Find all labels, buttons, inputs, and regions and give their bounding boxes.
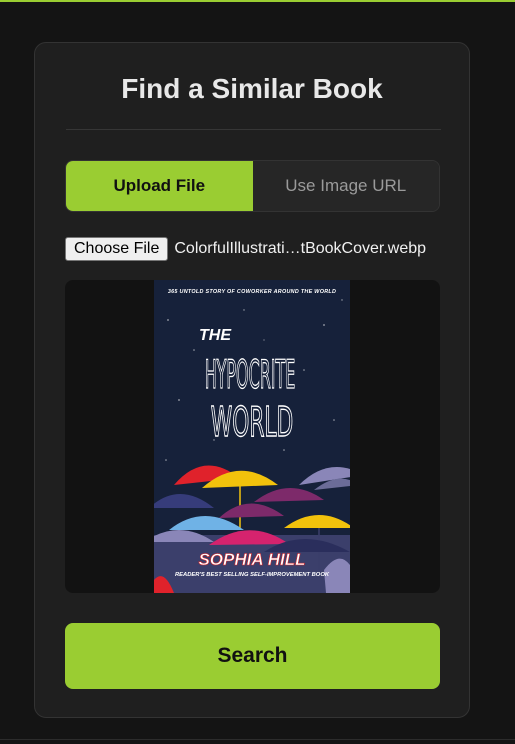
book-cover-image: 365 UNTOLD STORY OF COWORKER AROUND THE …	[154, 280, 350, 593]
search-button[interactable]: Search	[65, 623, 440, 689]
choose-file-button[interactable]: Choose File	[65, 237, 169, 261]
title-divider	[66, 129, 441, 130]
cover-title-hypocrite: HYPOCRITE	[205, 353, 296, 399]
cover-tagline: 365 UNTOLD STORY OF COWORKER AROUND THE …	[168, 289, 336, 295]
cover-subtitle: READER'S BEST SELLING SELF-IMPROVEMENT B…	[175, 572, 330, 578]
page-title: Find a Similar Book	[121, 73, 383, 104]
bottom-divider	[0, 739, 515, 740]
tab-upload-file[interactable]: Upload File	[66, 161, 253, 211]
tab-use-image-url[interactable]: Use Image URL	[252, 161, 439, 211]
source-tabs: Upload File Use Image URL	[65, 160, 440, 212]
file-input: Choose File ColorfulIllustrati…tBookCove…	[65, 236, 426, 262]
top-accent-line	[0, 0, 515, 2]
cover-author: SOPHIA HILL	[198, 550, 305, 569]
selected-filename: ColorfulIllustrati…tBookCover.webp	[174, 240, 427, 257]
search-card: Find a Similar Book Upload File Use Imag…	[34, 42, 470, 718]
cover-title-world: WORLD	[211, 399, 294, 446]
cover-title-the: THE	[199, 327, 232, 344]
image-preview: 365 UNTOLD STORY OF COWORKER AROUND THE …	[65, 280, 440, 593]
